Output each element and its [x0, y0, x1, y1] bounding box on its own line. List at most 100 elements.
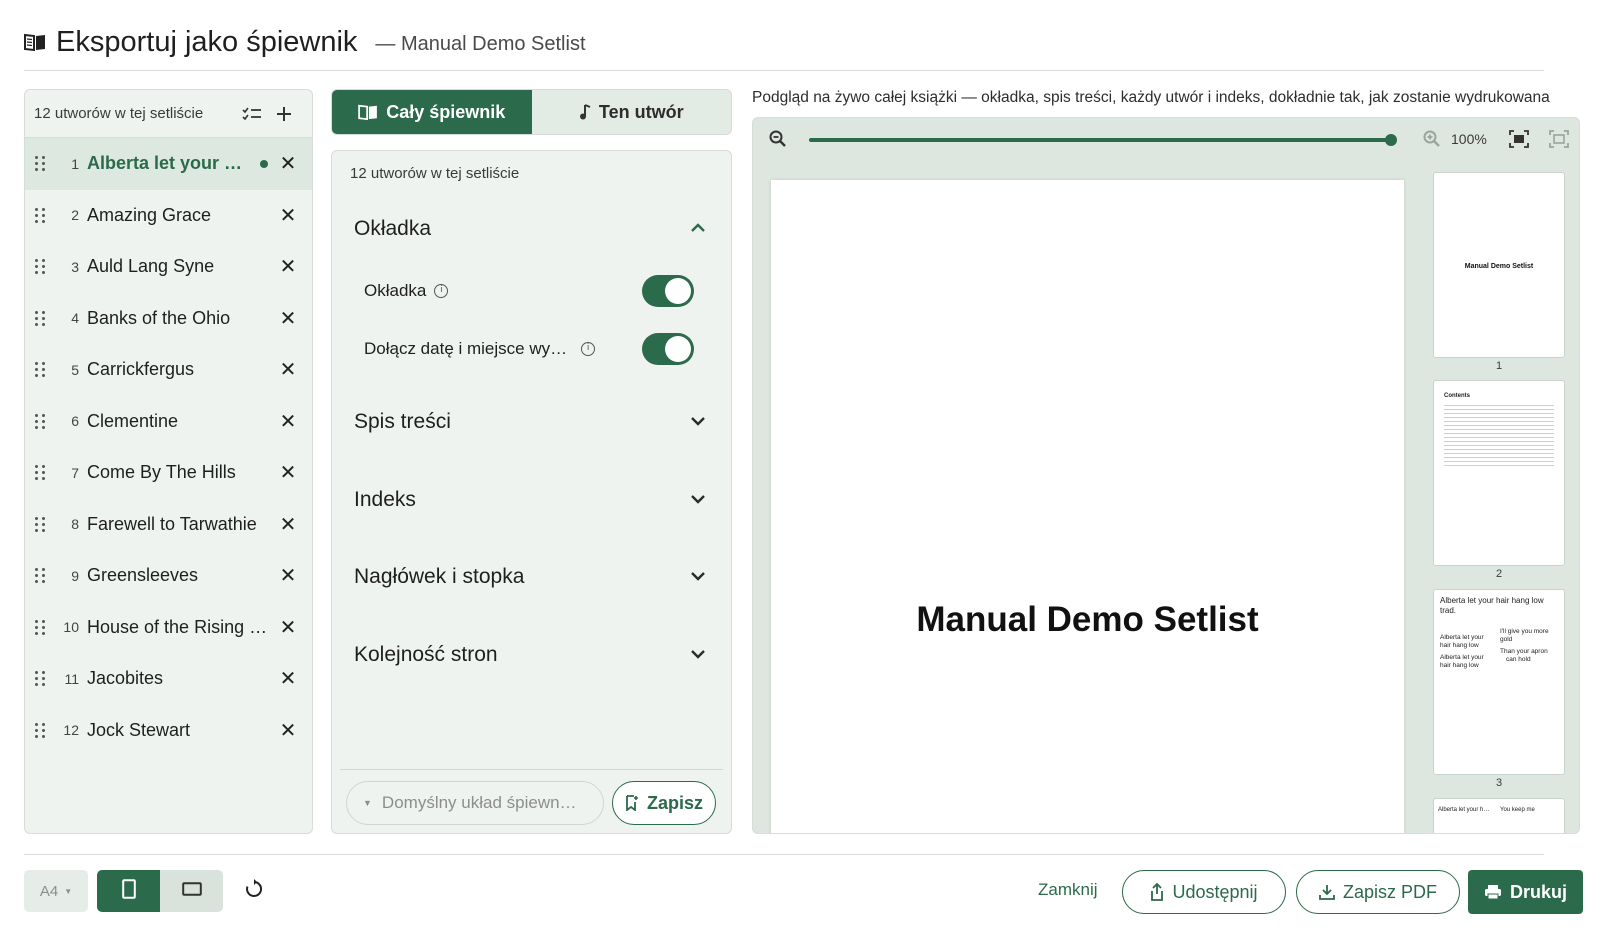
- song-row[interactable]: 1 Alberta let your hair hang low ✕: [25, 138, 312, 190]
- thumbnail-page-2[interactable]: Contents: [1433, 380, 1565, 566]
- settings-panel: 12 utworów w tej setliście Okładka Okład…: [331, 150, 732, 834]
- song-row[interactable]: 11 Jacobites ✕: [25, 653, 312, 705]
- drag-handle-icon[interactable]: [35, 722, 47, 738]
- close-icon[interactable]: ✕: [278, 617, 298, 639]
- song-row[interactable]: 12 Jock Stewart ✕: [25, 705, 312, 757]
- toc-entry: [1444, 433, 1554, 434]
- toc-entry: [1444, 429, 1554, 430]
- thumbnail-page-4[interactable]: Alberta let your h… You keep me: [1433, 798, 1565, 833]
- drag-handle-icon[interactable]: [35, 619, 47, 635]
- drag-handle-icon[interactable]: [35, 310, 47, 326]
- header-divider: [24, 70, 1544, 71]
- tab-this-song[interactable]: Ten utwór: [532, 90, 732, 134]
- drag-handle-icon[interactable]: [35, 465, 47, 481]
- thumbnail-number: 2: [1495, 568, 1503, 580]
- thumbnail-page-1[interactable]: Manual Demo Setlist: [1433, 172, 1565, 358]
- close-icon[interactable]: ✕: [278, 565, 298, 587]
- zoom-slider-thumb[interactable]: [1385, 134, 1397, 146]
- toc-entry: [1444, 425, 1554, 426]
- lyric-line: hair hang low: [1440, 662, 1479, 669]
- song-row[interactable]: 7 Come By The Hills ✕: [25, 447, 312, 499]
- setlist-name: — Manual Demo Setlist: [375, 32, 586, 55]
- toc-entry: [1444, 461, 1554, 462]
- download-icon: [1319, 884, 1335, 900]
- drag-handle-icon[interactable]: [35, 413, 47, 429]
- thumbnail-page-3[interactable]: Alberta let your hair hang low trad. Alb…: [1433, 589, 1565, 775]
- tab-whole-book[interactable]: Cały śpiewnik: [332, 90, 532, 134]
- save-layout-button[interactable]: Zapisz: [612, 781, 716, 825]
- portrait-button[interactable]: [97, 870, 160, 912]
- zoom-slider[interactable]: [809, 134, 1397, 146]
- chevron-down-icon: [690, 491, 706, 509]
- preview-caption: Podgląd na żywo całej książki — okładka,…: [752, 89, 1550, 106]
- fit-width-icon[interactable]: [1549, 130, 1569, 153]
- book-icon: [358, 104, 378, 120]
- toc-entry: [1444, 417, 1554, 418]
- song-row[interactable]: 2 Amazing Grace ✕: [25, 190, 312, 242]
- unsaved-dot-icon: [260, 159, 268, 168]
- section-cover[interactable]: Okładka: [354, 209, 706, 249]
- checklist-icon[interactable]: [236, 98, 268, 130]
- lyric-line: Alberta let your: [1440, 634, 1484, 641]
- toc-entry: [1444, 457, 1554, 458]
- song-number: 6: [71, 413, 79, 430]
- close-button[interactable]: Zamknij: [1038, 880, 1098, 900]
- close-icon[interactable]: ✕: [278, 359, 298, 381]
- layout-preset-select[interactable]: ▼ Domyślny układ śpiewn…: [346, 781, 604, 825]
- landscape-button[interactable]: [160, 870, 223, 912]
- close-icon[interactable]: ✕: [278, 514, 298, 536]
- info-icon[interactable]: i: [434, 284, 449, 298]
- preview-page: Manual Demo Setlist: [771, 180, 1404, 833]
- drag-handle-icon[interactable]: [35, 259, 47, 275]
- zoom-out-icon[interactable]: [769, 130, 787, 153]
- drag-handle-icon[interactable]: [35, 207, 47, 223]
- drag-handle-icon[interactable]: [35, 516, 47, 532]
- song-row[interactable]: 6 Clementine ✕: [25, 396, 312, 448]
- thumbnail-lyrics-col2: I'll give you more gold Than your apron …: [1500, 628, 1549, 664]
- drag-handle-icon[interactable]: [35, 362, 47, 378]
- thumbnail-lyrics-col1: Alberta let your hair hang low Alberta l…: [1440, 634, 1484, 670]
- song-number: 10: [63, 619, 79, 636]
- song-name: Jock Stewart: [87, 719, 191, 740]
- close-icon[interactable]: ✕: [278, 720, 298, 742]
- song-number: 7: [71, 464, 79, 481]
- zoom-in-icon[interactable]: [1423, 130, 1441, 153]
- share-button[interactable]: Udostępnij: [1122, 870, 1286, 914]
- song-row[interactable]: 5 Carrickfergus ✕: [25, 344, 312, 396]
- close-icon[interactable]: ✕: [278, 668, 298, 690]
- reset-icon[interactable]: [244, 879, 264, 904]
- export-scope-tabs: Cały śpiewnik Ten utwór: [331, 89, 732, 135]
- paper-size-select[interactable]: A4 ▼: [24, 870, 88, 912]
- info-icon[interactable]: i: [581, 342, 596, 356]
- close-icon[interactable]: ✕: [278, 411, 298, 433]
- section-index[interactable]: Indeks: [354, 480, 706, 520]
- close-icon[interactable]: ✕: [278, 153, 298, 175]
- song-row[interactable]: 3 Auld Lang Syne ✕: [25, 241, 312, 293]
- settings-footer-divider: [340, 769, 723, 770]
- section-index-label: Indeks: [354, 488, 416, 511]
- song-row[interactable]: 8 Farewell to Tarwathie ✕: [25, 499, 312, 551]
- song-row[interactable]: 9 Greensleeves ✕: [25, 550, 312, 602]
- song-row[interactable]: 4 Banks of the Ohio ✕: [25, 293, 312, 345]
- drag-handle-icon[interactable]: [35, 671, 47, 687]
- date-toggle[interactable]: [642, 333, 694, 365]
- plus-icon[interactable]: [268, 98, 300, 130]
- close-icon[interactable]: ✕: [278, 256, 298, 278]
- song-number: 11: [64, 670, 79, 687]
- close-icon[interactable]: ✕: [278, 308, 298, 330]
- drag-handle-icon[interactable]: [35, 156, 47, 172]
- cover-option-row: Okładka i: [364, 273, 694, 309]
- section-page-order[interactable]: Kolejność stron: [354, 635, 706, 675]
- close-icon[interactable]: ✕: [278, 205, 298, 227]
- print-button[interactable]: Drukuj: [1468, 870, 1583, 914]
- cover-toggle[interactable]: [642, 275, 694, 307]
- section-header-footer[interactable]: Nagłówek i stopka: [354, 557, 706, 597]
- save-pdf-button[interactable]: Zapisz PDF: [1296, 870, 1460, 914]
- fit-page-icon[interactable]: [1509, 130, 1529, 153]
- print-label: Drukuj: [1509, 881, 1567, 902]
- drag-handle-icon[interactable]: [35, 568, 47, 584]
- lyric-line: Alberta let your: [1440, 654, 1484, 661]
- section-toc[interactable]: Spis treści: [354, 402, 706, 442]
- close-icon[interactable]: ✕: [278, 462, 298, 484]
- song-row[interactable]: 10 House of the Rising Sun ✕: [25, 602, 312, 654]
